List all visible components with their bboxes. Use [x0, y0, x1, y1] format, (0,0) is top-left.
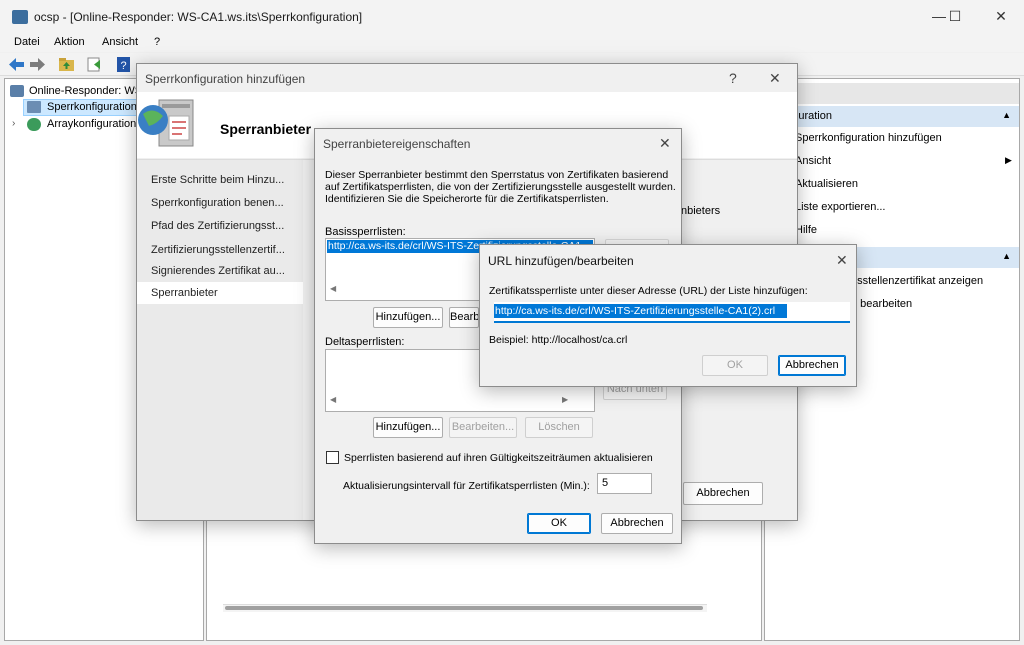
- url-dialog-title: URL hinzufügen/bearbeiten: [488, 254, 634, 268]
- properties-description: Dieser Sperranbieter bestimmt den Sperrs…: [325, 169, 676, 205]
- interval-label: Aktualisierungsintervall für Zertifikats…: [343, 480, 590, 492]
- base-edit-button[interactable]: Bearb: [449, 307, 479, 328]
- actions-section-revocation[interactable]: konfiguration ▲: [765, 106, 1019, 127]
- wizard-nav: Erste Schritte beim Hinzu... Sperrkonfig…: [137, 160, 303, 520]
- window-title: ocsp - [Online-Responder: WS-CA1.ws.its\…: [34, 10, 363, 24]
- action-refresh[interactable]: Aktualisieren: [795, 178, 858, 190]
- nav-step-current[interactable]: Sperranbieter: [137, 282, 303, 304]
- tree-item-sperrkonfiguration[interactable]: Sperrkonfiguration: [47, 101, 137, 113]
- url-dialog-close-button[interactable]: ✕: [836, 252, 848, 269]
- url-input[interactable]: http://ca.ws-its.de/crl/WS-ITS-Zertifizi…: [494, 302, 850, 323]
- app-icon: [12, 10, 28, 24]
- url-cancel-button[interactable]: Abbrechen: [778, 355, 846, 376]
- update-crl-checkbox-label[interactable]: Sperrlisten basierend auf ihren Gültigke…: [344, 452, 653, 464]
- wizard-cancel-button[interactable]: Abbrechen: [683, 482, 763, 505]
- action-view[interactable]: Ansicht: [795, 155, 831, 167]
- properties-cancel-button[interactable]: Abbrechen: [601, 513, 673, 534]
- base-crl-label: Basissperrlisten:: [325, 226, 406, 238]
- server-icon: [10, 85, 24, 97]
- nav-step-signing-cert[interactable]: Signierendes Zertifikat au...: [151, 265, 285, 277]
- collapse-up-icon-2[interactable]: ▲: [1002, 251, 1011, 261]
- horizontal-scrollbar[interactable]: [223, 604, 707, 612]
- actions-header: onen: [765, 83, 1019, 104]
- tree-root[interactable]: Online-Responder: WS: [29, 85, 142, 97]
- nav-step-getting-started[interactable]: Erste Schritte beim Hinzu...: [151, 174, 284, 186]
- properties-ok-button[interactable]: OK: [527, 513, 591, 534]
- export-list-icon[interactable]: [86, 57, 103, 72]
- wizard-partial-text: nbieters: [681, 205, 721, 217]
- title-bar: ocsp - [Online-Responder: WS-CA1.ws.its\…: [0, 0, 1024, 34]
- nav-step-ca-path[interactable]: Pfad des Zertifizierungsst...: [151, 220, 284, 232]
- tree-item-arraykonfiguration[interactable]: Arraykonfiguration: [47, 118, 136, 130]
- forward-arrow-icon[interactable]: [29, 57, 46, 72]
- delta-delete-button[interactable]: Löschen: [525, 417, 593, 438]
- action-help[interactable]: Hilfe: [795, 224, 817, 236]
- menu-aktion[interactable]: Aktion: [54, 36, 85, 48]
- url-dialog: URL hinzufügen/bearbeiten ✕ Zertifikatss…: [479, 244, 857, 387]
- submenu-arrow-icon: ▶: [1005, 155, 1012, 165]
- nav-step-name[interactable]: Sperrkonfiguration benen...: [151, 197, 284, 209]
- close-button[interactable]: ✕: [978, 0, 1024, 32]
- update-crl-checkbox[interactable]: [326, 451, 339, 464]
- url-label: Zertifikatssperrliste unter dieser Adres…: [489, 285, 808, 297]
- menu-datei[interactable]: Datei: [14, 36, 40, 48]
- back-arrow-icon[interactable]: [8, 57, 25, 72]
- url-example: Beispiel: http://localhost/ca.crl: [489, 334, 628, 346]
- wizard-help-button[interactable]: ?: [729, 70, 737, 86]
- help-icon[interactable]: ?: [116, 57, 133, 72]
- action-edit[interactable]: n bearbeiten: [851, 298, 912, 310]
- delta-crl-label: Deltasperrlisten:: [325, 336, 405, 348]
- folder-up-icon[interactable]: [58, 57, 75, 72]
- delta-add-button[interactable]: Hinzufügen...: [373, 417, 443, 438]
- array-config-icon: [27, 118, 41, 131]
- scroll-left-icon[interactable]: ◀: [330, 284, 336, 293]
- server-globe-icon: [138, 99, 194, 147]
- action-view-ca-cert[interactable]: gsstellenzertifikat anzeigen: [851, 275, 983, 287]
- url-input-value: http://ca.ws-its.de/crl/WS-ITS-Zertifizi…: [494, 304, 787, 318]
- delta-scroll-right-icon[interactable]: ▶: [562, 395, 568, 404]
- nav-step-ca-cert[interactable]: Zertifizierungsstellenzertif...: [151, 244, 285, 256]
- wizard-heading: Sperranbieter: [220, 121, 312, 137]
- action-add-config[interactable]: Sperrkonfiguration hinzufügen: [795, 132, 942, 144]
- action-export-list[interactable]: Liste exportieren...: [795, 201, 886, 213]
- revocation-config-icon: [27, 101, 41, 113]
- delta-edit-button[interactable]: Bearbeiten...: [449, 417, 517, 438]
- menu-ansicht[interactable]: Ansicht: [102, 36, 138, 48]
- properties-title: Sperranbietereigenschaften: [323, 137, 471, 151]
- expand-chevron-icon[interactable]: ›: [12, 118, 15, 129]
- base-add-button[interactable]: Hinzufügen...: [373, 307, 443, 328]
- menu-help[interactable]: ?: [154, 36, 160, 48]
- delta-scroll-left-icon[interactable]: ◀: [330, 395, 336, 404]
- nav-step-revocation-provider: Sperranbieter: [151, 287, 218, 299]
- collapse-up-icon[interactable]: ▲: [1002, 110, 1011, 120]
- maximize-button[interactable]: ☐: [932, 0, 978, 32]
- wizard-close-button[interactable]: ✕: [769, 70, 781, 87]
- svg-text:?: ?: [120, 60, 126, 72]
- menu-bar: Datei Aktion Ansicht ?: [0, 34, 1024, 52]
- wizard-title: Sperrkonfiguration hinzufügen: [145, 72, 306, 86]
- properties-close-button[interactable]: ✕: [659, 135, 671, 152]
- interval-input[interactable]: 5: [597, 473, 652, 494]
- url-ok-button[interactable]: OK: [702, 355, 768, 376]
- scrollbar-thumb[interactable]: [225, 606, 703, 610]
